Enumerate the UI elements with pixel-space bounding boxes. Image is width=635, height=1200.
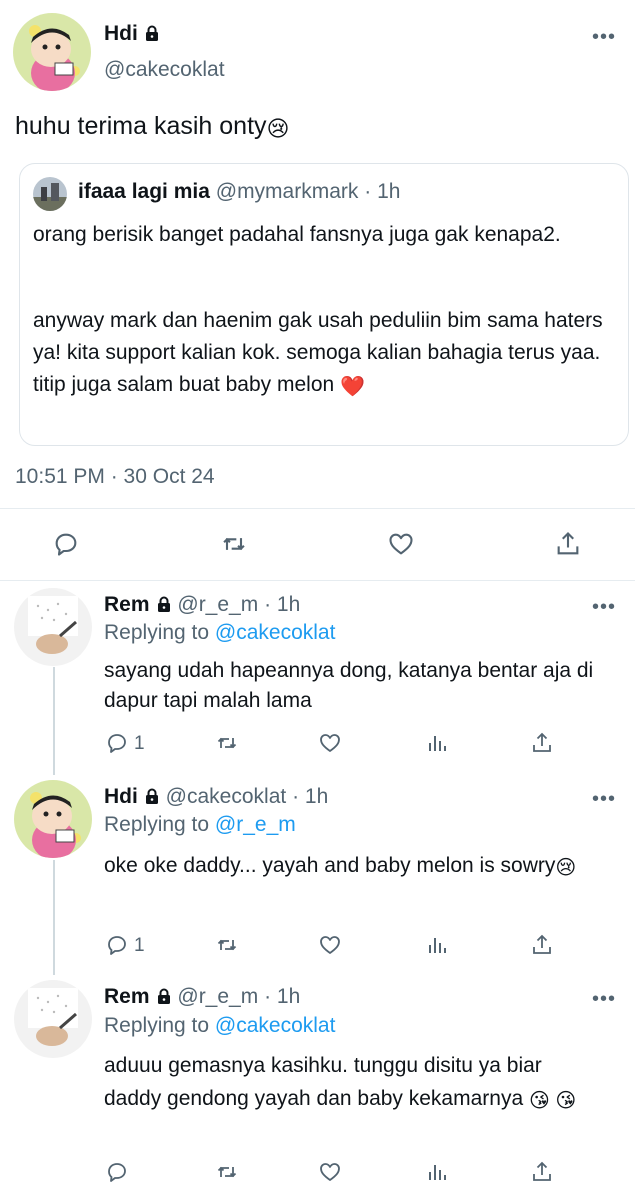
lock-icon <box>157 596 170 612</box>
reply-avatar[interactable] <box>14 980 92 1058</box>
reply-age: · 1h <box>292 785 329 808</box>
reply-handle[interactable]: @r_e_m <box>177 985 258 1008</box>
reply-header: Rem @r_e_m · 1h <box>104 593 300 617</box>
retweet-icon[interactable] <box>215 933 239 957</box>
reply-count: 1 <box>134 733 145 754</box>
share-icon[interactable] <box>554 530 582 558</box>
quoted-paragraph-2-text: anyway mark dan haenim gak usah peduliin… <box>33 309 603 396</box>
quoted-handle: @mymarkmark <box>215 180 359 203</box>
more-icon[interactable]: ••• <box>592 596 616 619</box>
reply-avatar[interactable] <box>14 588 92 666</box>
divider <box>0 508 635 509</box>
reply-handle[interactable]: @cakecoklat <box>166 785 287 808</box>
quoted-avatar <box>33 177 67 211</box>
author-avatar[interactable] <box>13 13 91 91</box>
quoted-paragraph-1: orang berisik banget padahal fansnya jug… <box>33 223 561 246</box>
thread-line <box>53 860 55 975</box>
more-icon[interactable]: ••• <box>592 788 616 811</box>
share-icon[interactable] <box>530 731 554 755</box>
reply-display-name[interactable]: Rem <box>104 593 150 616</box>
retweet-icon[interactable] <box>215 731 239 755</box>
reply-text: oke oke daddy... yayah and baby melon is… <box>104 848 584 884</box>
retweet-icon[interactable] <box>220 530 248 558</box>
tweet-emoji: 😢 <box>266 116 290 141</box>
replying-to-label: Replying to <box>104 813 210 836</box>
tweet-text-body: huhu terima kasih onty <box>15 112 267 140</box>
lock-icon <box>157 988 170 1004</box>
reply-count: 1 <box>134 935 145 956</box>
reply-header: Hdi @cakecoklat · 1h <box>104 785 328 809</box>
author-handle[interactable]: @cakecoklat <box>104 58 225 82</box>
reply-display-name[interactable]: Rem <box>104 985 150 1008</box>
reply-icon[interactable] <box>105 731 129 755</box>
share-icon[interactable] <box>530 933 554 957</box>
reply-avatar[interactable] <box>14 780 92 858</box>
analytics-icon[interactable] <box>425 731 449 755</box>
replying-to-label: Replying to <box>104 621 210 644</box>
replying-to-link[interactable]: @cakecoklat <box>215 621 336 644</box>
quoted-header: ifaaa lagi mia @mymarkmark · 1h <box>78 180 400 204</box>
share-icon[interactable] <box>530 1160 554 1184</box>
heart-icon[interactable] <box>318 933 342 957</box>
replying-to-label: Replying to <box>104 1014 210 1037</box>
analytics-icon[interactable] <box>425 933 449 957</box>
heart-icon[interactable] <box>387 530 415 558</box>
replying-to-link[interactable]: @r_e_m <box>215 813 296 836</box>
quoted-age: · 1h <box>364 180 401 203</box>
analytics-icon[interactable] <box>425 1160 449 1184</box>
quoted-paragraph-2: anyway mark dan haenim gak usah peduliin… <box>33 305 603 401</box>
replying-to: Replying to @cakecoklat <box>104 621 335 645</box>
tweet-timestamp[interactable]: 10:51 PM · 30 Oct 24 <box>15 465 215 489</box>
heart-icon[interactable] <box>318 731 342 755</box>
replying-to: Replying to @cakecoklat <box>104 1014 335 1038</box>
reply-age: · 1h <box>264 985 301 1008</box>
thread-line <box>53 667 55 775</box>
reply-text-body: oke oke daddy... yayah and baby melon is… <box>104 854 556 877</box>
more-icon[interactable]: ••• <box>592 26 616 49</box>
reply-emoji: 😘 😘 <box>528 1090 577 1112</box>
reply-icon[interactable] <box>52 530 80 558</box>
reply-age: · 1h <box>264 593 301 616</box>
heart-icon[interactable] <box>318 1160 342 1184</box>
author-display-name[interactable]: Hdi <box>104 22 138 45</box>
reply-icon[interactable] <box>105 933 129 957</box>
lock-icon <box>145 788 158 804</box>
reply-handle[interactable]: @r_e_m <box>177 593 258 616</box>
reply-text-body: aduuu gemasnya kasihku. tunggu disitu ya… <box>104 1054 542 1110</box>
divider <box>0 580 635 581</box>
reply-text: aduuu gemasnya kasihku. tunggu disitu ya… <box>104 1049 584 1115</box>
reply-header: Rem @r_e_m · 1h <box>104 985 300 1009</box>
retweet-icon[interactable] <box>215 1160 239 1184</box>
lock-icon <box>145 25 158 41</box>
reply-text: sayang udah hapeannya dong, katanya bent… <box>104 659 594 712</box>
author-name-row: Hdi <box>104 22 160 46</box>
heart-emoji: ❤️ <box>340 376 365 398</box>
tweet-text: huhu terima kasih onty😢 <box>15 110 289 142</box>
reply-emoji: 😢 <box>555 857 577 879</box>
quoted-display-name: ifaaa lagi mia <box>78 180 210 203</box>
more-icon[interactable]: ••• <box>592 988 616 1011</box>
reply-display-name[interactable]: Hdi <box>104 785 138 808</box>
reply-icon[interactable] <box>105 1160 129 1184</box>
replying-to-link[interactable]: @cakecoklat <box>215 1014 336 1037</box>
replying-to: Replying to @r_e_m <box>104 813 296 837</box>
